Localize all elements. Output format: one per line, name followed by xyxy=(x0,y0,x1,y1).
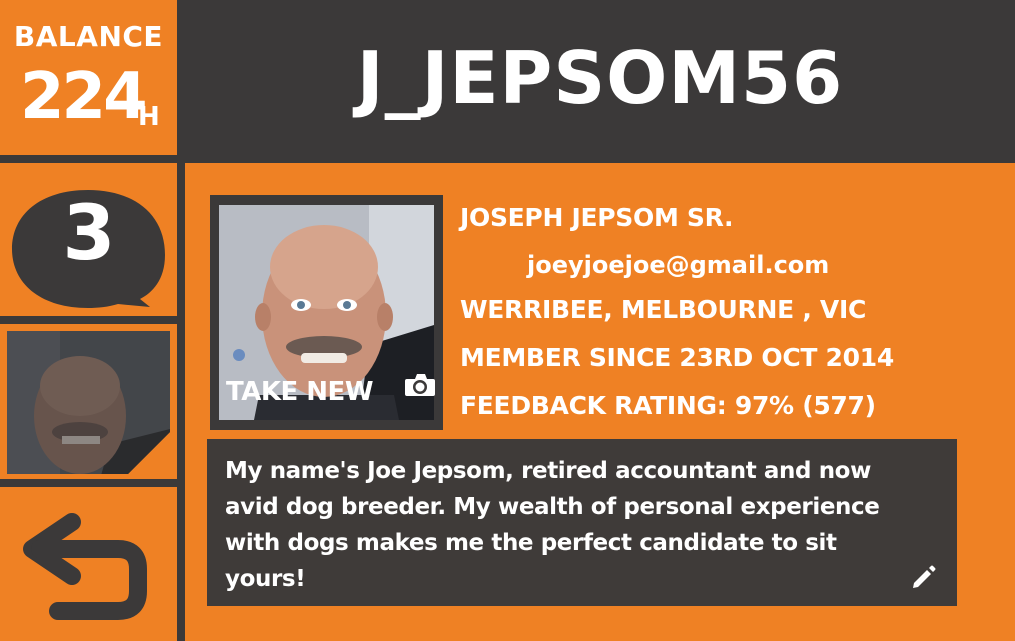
back-arrow-icon xyxy=(23,513,147,620)
email: joeyjoejoe@gmail.com xyxy=(527,251,830,279)
header: J_JEPSOM56 xyxy=(185,0,1015,155)
bio-text: My name's Joe Jepsom, retired accountant… xyxy=(225,458,880,592)
avatar-thumbnail[interactable] xyxy=(0,324,177,479)
feedback-rating: FEEDBACK RATING: 97% (577) xyxy=(460,391,876,420)
back-button[interactable] xyxy=(0,487,177,641)
balance-value: 224 xyxy=(20,60,148,134)
username-title: J_JEPSOM56 xyxy=(356,36,844,120)
balance-unit: H xyxy=(138,102,160,132)
bio-box: My name's Joe Jepsom, retired accountant… xyxy=(207,439,957,606)
messages-count: 3 xyxy=(62,188,116,277)
profile-photo-frame[interactable]: TAKE NEW xyxy=(210,195,443,430)
location: WERRIBEE, MELBOURNE , VIC xyxy=(460,295,867,324)
profile-panel: TAKE NEW JOSEPH JEPSOM SR. joeyjoejoe@gm… xyxy=(185,163,1015,641)
messages-button[interactable]: 3 xyxy=(0,163,177,316)
balance-label: BALANCE xyxy=(13,20,164,53)
camera-icon[interactable] xyxy=(405,373,435,397)
balance-panel: BALANCE 224 H xyxy=(0,0,177,155)
pencil-icon[interactable] xyxy=(911,564,937,590)
take-new-photo-label[interactable]: TAKE NEW xyxy=(226,377,374,407)
avatar xyxy=(7,331,170,474)
full-name: JOSEPH JEPSOM SR. xyxy=(460,203,734,232)
member-since: MEMBER SINCE 23RD OCT 2014 xyxy=(460,343,894,372)
